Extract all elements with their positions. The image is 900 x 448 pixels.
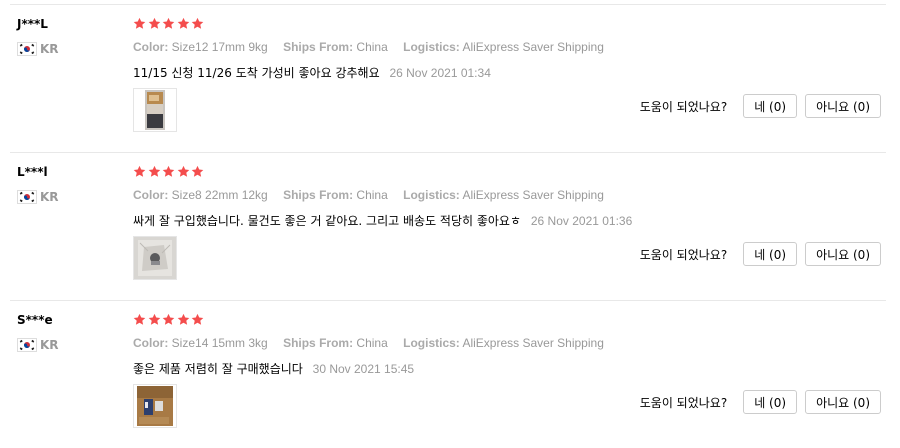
star-icon xyxy=(177,165,189,177)
review-item: L***l KR Color: Size8 22mm 12kg Ships Fr xyxy=(0,152,900,300)
star-icon xyxy=(148,313,160,325)
review-item: J***L KR Color: Size12 17mm 9kg Ships Fr xyxy=(0,4,900,152)
star-rating xyxy=(133,17,206,33)
logistics-value: AliExpress Saver Shipping xyxy=(462,188,604,202)
reviewer-name: S***e xyxy=(17,313,53,327)
star-icon xyxy=(191,313,204,325)
helpful-vote: 도움이 되었나요? 네 (0) 아니요 (0) xyxy=(640,242,881,266)
review-content: 11/15 신청 11/26 도착 가성비 좋아요 강추해요 26 Nov 20… xyxy=(133,64,491,81)
order-info: Color: Size12 17mm 9kg Ships From: China… xyxy=(133,40,604,54)
star-icon xyxy=(177,17,189,29)
order-info: Color: Size14 15mm 3kg Ships From: China… xyxy=(133,336,604,350)
helpful-no-button[interactable]: 아니요 (0) xyxy=(805,242,881,266)
reviewer-country: KR xyxy=(17,338,59,352)
star-icon xyxy=(133,17,146,29)
helpful-yes-button[interactable]: 네 (0) xyxy=(743,242,798,266)
logistics-key: Logistics: xyxy=(403,336,460,350)
logistics-value: AliExpress Saver Shipping xyxy=(462,40,604,54)
helpful-question: 도움이 되었나요? xyxy=(639,247,728,262)
order-info: Color: Size8 22mm 12kg Ships From: China… xyxy=(133,188,604,202)
star-icon xyxy=(133,313,146,325)
helpful-vote: 도움이 되었나요? 네 (0) 아니요 (0) xyxy=(640,390,881,414)
country-code: KR xyxy=(40,190,59,204)
star-icon xyxy=(162,313,175,325)
star-rating xyxy=(133,313,206,329)
review-photo[interactable] xyxy=(133,236,177,280)
country-code: KR xyxy=(40,42,59,56)
review-text: 싸게 잘 구입했습니다. 물건도 좋은 거 같아요. 그리고 배송도 적당히 좋… xyxy=(133,214,522,228)
photo-thumbnail-icon xyxy=(134,237,176,279)
review-photo[interactable] xyxy=(133,384,177,428)
star-icon xyxy=(148,17,160,29)
south-korea-flag-icon xyxy=(17,190,37,204)
reviewer-name: J***L xyxy=(17,17,48,31)
south-korea-flag-icon xyxy=(17,42,37,56)
color-key: Color: xyxy=(133,336,169,350)
ships-from-value: China xyxy=(356,336,388,350)
reviewer-country: KR xyxy=(17,190,59,204)
ships-from-key: Ships From: xyxy=(283,40,354,54)
star-icon xyxy=(133,165,146,177)
review-date: 26 Nov 2021 01:36 xyxy=(530,214,633,228)
helpful-no-button[interactable]: 아니요 (0) xyxy=(805,94,881,118)
south-korea-flag-icon xyxy=(17,338,37,352)
color-value: Size14 15mm 3kg xyxy=(171,336,268,350)
color-key: Color: xyxy=(133,188,169,202)
helpful-vote: 도움이 되었나요? 네 (0) 아니요 (0) xyxy=(640,94,881,118)
review-content: 좋은 제품 저렴히 잘 구매했습니다 30 Nov 2021 15:45 xyxy=(133,360,414,377)
logistics-value: AliExpress Saver Shipping xyxy=(462,336,604,350)
color-key: Color: xyxy=(133,40,169,54)
ships-from-key: Ships From: xyxy=(283,188,354,202)
ships-from-value: China xyxy=(356,40,388,54)
photo-thumbnail-icon xyxy=(134,385,176,427)
review-item: S***e KR Color: Size14 15mm 3kg Ships Fr xyxy=(0,300,900,448)
review-date: 26 Nov 2021 01:34 xyxy=(389,66,491,80)
helpful-question: 도움이 되었나요? xyxy=(639,395,728,410)
ships-from-value: China xyxy=(356,188,388,202)
logistics-key: Logistics: xyxy=(403,188,460,202)
country-code: KR xyxy=(40,338,59,352)
review-text: 11/15 신청 11/26 도착 가성비 좋아요 강추해요 xyxy=(133,66,380,80)
helpful-no-button[interactable]: 아니요 (0) xyxy=(805,390,881,414)
photo-thumbnail-icon xyxy=(134,89,176,131)
color-value: Size12 17mm 9kg xyxy=(171,40,268,54)
logistics-key: Logistics: xyxy=(403,40,460,54)
ships-from-key: Ships From: xyxy=(283,336,354,350)
reviewer-country: KR xyxy=(17,42,59,56)
star-icon xyxy=(162,165,175,177)
star-icon xyxy=(148,165,160,177)
color-value: Size8 22mm 12kg xyxy=(171,188,268,202)
review-photo[interactable] xyxy=(133,88,177,132)
helpful-question: 도움이 되었나요? xyxy=(639,99,728,114)
review-date: 30 Nov 2021 15:45 xyxy=(312,362,415,376)
star-icon xyxy=(191,17,204,29)
star-rating xyxy=(133,165,206,181)
star-icon xyxy=(177,313,189,325)
star-icon xyxy=(162,17,175,29)
reviewer-name: L***l xyxy=(17,165,48,179)
review-content: 싸게 잘 구입했습니다. 물건도 좋은 거 같아요. 그리고 배송도 적당히 좋… xyxy=(133,212,632,229)
helpful-yes-button[interactable]: 네 (0) xyxy=(743,94,798,118)
review-text: 좋은 제품 저렴히 잘 구매했습니다 xyxy=(133,362,303,376)
star-icon xyxy=(191,165,204,177)
helpful-yes-button[interactable]: 네 (0) xyxy=(743,390,798,414)
